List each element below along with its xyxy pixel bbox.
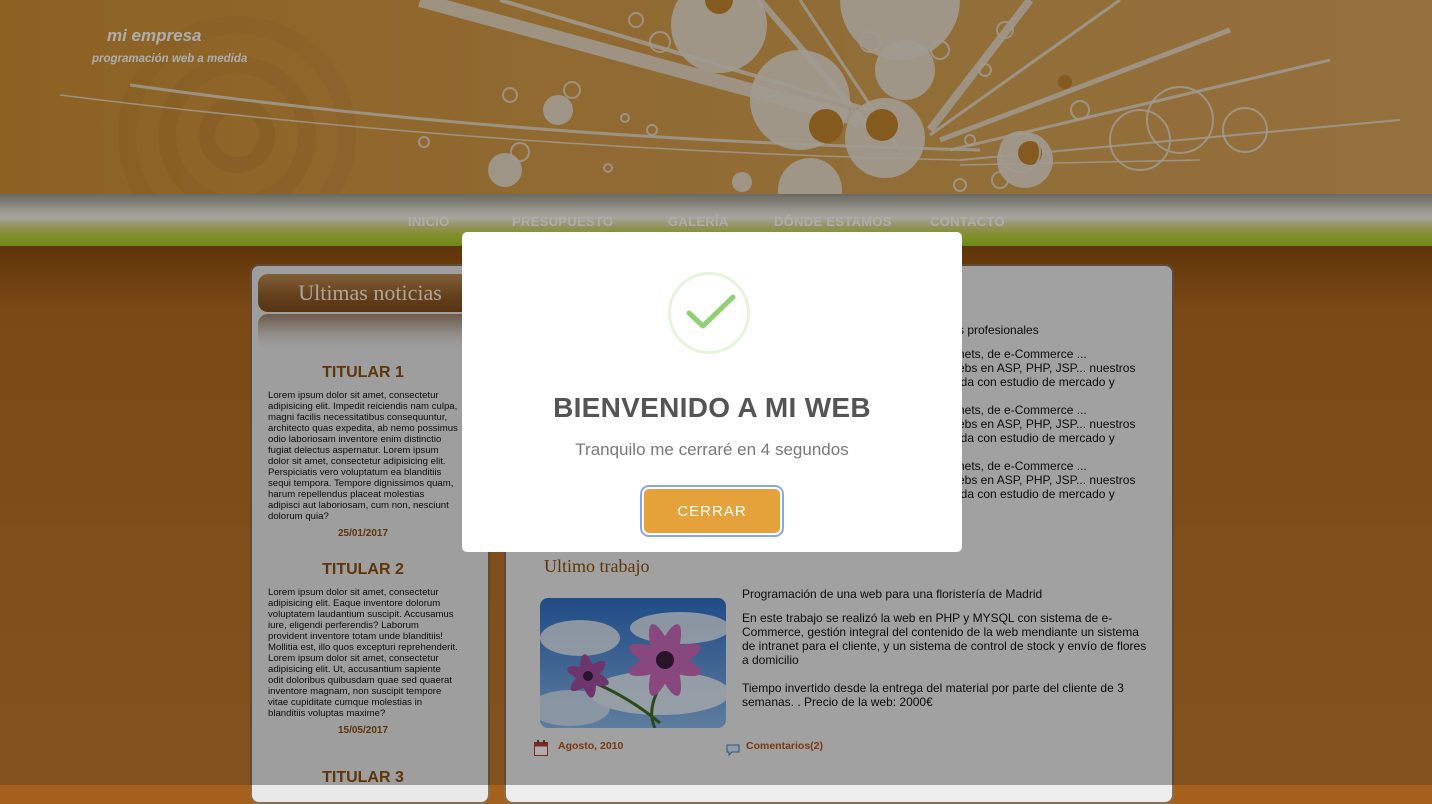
- close-button[interactable]: CERRAR: [644, 489, 780, 533]
- dialog-message: Tranquilo me cerraré en 4 segundos: [575, 440, 849, 459]
- success-check-icon: [668, 272, 750, 354]
- dialog-title: BIENVENIDO A MI WEB: [553, 392, 871, 423]
- welcome-dialog: BIENVENIDO A MI WEB Tranquilo me cerraré…: [462, 232, 962, 552]
